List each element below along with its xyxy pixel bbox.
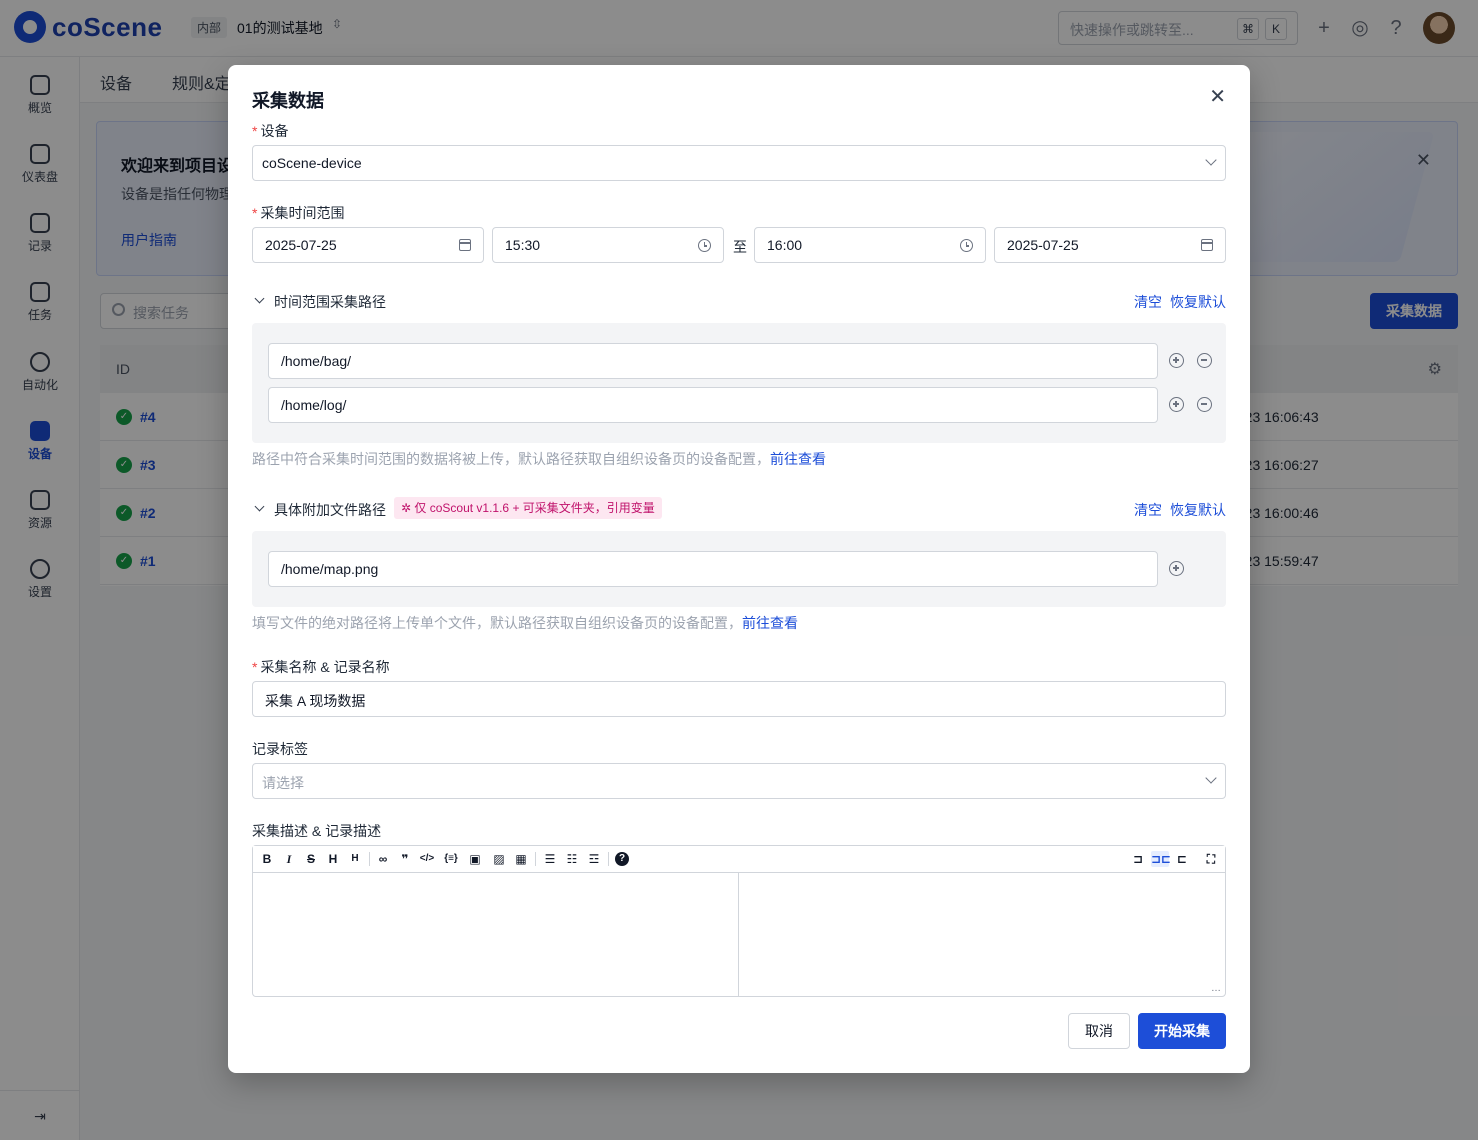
- range-paths-header[interactable]: 时间范围采集路径 清空 恢复默认: [252, 291, 1226, 311]
- remove-circle-icon[interactable]: [1197, 397, 1212, 412]
- file-paths-hint: 填写文件的绝对路径将上传单个文件，默认路径获取自组织设备页的设备配置，前往查看: [252, 613, 798, 633]
- help-icon[interactable]: ?: [615, 852, 629, 866]
- required-mark: *: [252, 123, 258, 139]
- calendar-icon: [459, 239, 471, 251]
- path-input[interactable]: /home/log/: [268, 387, 1158, 423]
- range-paths-box: /home/bag/ /home/log/: [252, 323, 1226, 443]
- range-paths-hint-text: 路径中符合采集时间范围的数据将被上传，默认路径获取自组织设备页的设备配置，: [252, 451, 770, 467]
- clear-file-paths-button[interactable]: 清空: [1134, 502, 1162, 518]
- file-paths-header[interactable]: 具体附加文件路径 ✲ 仅 coScout v1.1.6 + 可采集文件夹，引用变…: [252, 497, 1226, 519]
- chevron-down-icon[interactable]: [254, 293, 265, 304]
- required-mark: *: [252, 205, 258, 221]
- version-tag-text: 仅 coScout v1.1.6 + 可采集文件夹，引用变量: [414, 501, 655, 515]
- view-device-config-link[interactable]: 前往查看: [742, 615, 798, 631]
- start-collection-button[interactable]: 开始采集: [1138, 1013, 1226, 1049]
- modal-title: 采集数据: [252, 91, 324, 111]
- path-input-value: /home/bag/: [281, 353, 352, 369]
- file-paths-box: /home/map.png: [252, 531, 1226, 607]
- editor-input-pane[interactable]: [253, 873, 739, 996]
- end-date-picker[interactable]: 2025-07-25: [994, 227, 1226, 263]
- code-icon[interactable]: </>: [418, 851, 436, 867]
- collection-name-value: 采集 A 现场数据: [265, 693, 366, 709]
- path-input-value: /home/log/: [281, 397, 347, 413]
- numbered-list-icon[interactable]: ☷: [563, 851, 581, 867]
- editor-preview-pane: [740, 873, 1225, 996]
- file-paths-hint-text: 填写文件的绝对路径将上传单个文件，默认路径获取自组织设备页的设备配置，: [252, 615, 742, 631]
- chevron-down-icon: [1205, 772, 1217, 784]
- restore-range-paths-button[interactable]: 恢复默认: [1170, 294, 1226, 310]
- link-icon[interactable]: ∞: [374, 851, 392, 867]
- add-circle-icon[interactable]: [1169, 397, 1184, 412]
- restore-file-paths-button[interactable]: 恢复默认: [1170, 502, 1226, 518]
- resize-handle-icon[interactable]: …: [1211, 983, 1221, 994]
- range-paths-title: 时间范围采集路径: [274, 294, 386, 310]
- start-time-picker[interactable]: 15:30: [492, 227, 724, 263]
- bullet-list-icon[interactable]: ☰: [541, 851, 559, 867]
- clock-icon: [698, 239, 711, 252]
- quote-icon[interactable]: ❞: [396, 851, 414, 867]
- edit-only-icon[interactable]: ⊐: [1129, 851, 1147, 867]
- table-icon[interactable]: ▦: [512, 851, 530, 867]
- toolbar-divider: [608, 852, 609, 866]
- record-labels-placeholder: 请选择: [262, 775, 304, 791]
- view-device-config-link[interactable]: 前往查看: [770, 451, 826, 467]
- toolbar-divider: [535, 852, 536, 866]
- name-label: * 采集名称 & 记录名称: [252, 657, 390, 677]
- record-labels-select[interactable]: 请选择: [252, 763, 1226, 799]
- time-range-label-text: 采集时间范围: [260, 205, 345, 221]
- comment-icon[interactable]: ▣: [466, 851, 484, 867]
- path-input[interactable]: /home/bag/: [268, 343, 1158, 379]
- description-label: 采集描述 & 记录描述: [252, 823, 382, 839]
- file-paths-title: 具体附加文件路径: [274, 502, 386, 518]
- editor-toolbar: B I S H H ∞ ❞ </> {≡} ▣ ▨ ▦ ☰ ☷ ☲ ? ⊐ ⊐⊏…: [253, 846, 1225, 873]
- clock-icon: [960, 239, 973, 252]
- device-label: * 设备: [252, 121, 288, 141]
- end-date-value: 2025-07-25: [1007, 237, 1079, 253]
- toolbar-divider: [369, 852, 370, 866]
- sparkle-icon: ✲: [401, 501, 415, 515]
- end-time-value: 16:00: [767, 237, 803, 253]
- calendar-icon: [1201, 239, 1213, 251]
- fullscreen-icon[interactable]: ⛶: [1202, 851, 1220, 867]
- close-icon[interactable]: ✕: [1209, 85, 1226, 109]
- strikethrough-icon[interactable]: S: [302, 851, 320, 867]
- version-tag: ✲ 仅 coScout v1.1.6 + 可采集文件夹，引用变量: [394, 497, 662, 519]
- preview-only-icon[interactable]: ⊏: [1173, 851, 1191, 867]
- add-circle-icon[interactable]: [1169, 561, 1184, 576]
- path-input[interactable]: /home/map.png: [268, 551, 1158, 587]
- required-mark: *: [252, 659, 258, 675]
- cancel-button[interactable]: 取消: [1068, 1013, 1130, 1049]
- chevron-down-icon: [1205, 154, 1217, 166]
- collection-name-input[interactable]: 采集 A 现场数据: [252, 681, 1226, 717]
- name-label-text: 采集名称 & 记录名称: [260, 659, 390, 675]
- path-input-value: /home/map.png: [281, 561, 379, 577]
- labels-label: 记录标签: [252, 741, 308, 757]
- device-select[interactable]: coScene-device: [252, 145, 1226, 181]
- range-separator: 至: [733, 239, 747, 255]
- add-circle-icon[interactable]: [1169, 353, 1184, 368]
- start-date-picker[interactable]: 2025-07-25: [252, 227, 484, 263]
- heading-icon[interactable]: H: [324, 851, 342, 867]
- task-list-icon[interactable]: ☲: [585, 851, 603, 867]
- time-range-label: * 采集时间范围: [252, 203, 344, 223]
- code-block-icon[interactable]: {≡}: [442, 851, 460, 867]
- device-label-text: 设备: [260, 123, 289, 139]
- clear-range-paths-button[interactable]: 清空: [1134, 294, 1162, 310]
- markdown-editor: B I S H H ∞ ❞ </> {≡} ▣ ▨ ▦ ☰ ☷ ☲ ? ⊐ ⊐⊏…: [252, 845, 1226, 997]
- range-paths-hint: 路径中符合采集时间范围的数据将被上传，默认路径获取自组织设备页的设备配置，前往查…: [252, 449, 826, 469]
- split-view-icon[interactable]: ⊐⊏: [1151, 851, 1171, 867]
- bold-icon[interactable]: B: [258, 851, 276, 867]
- end-time-picker[interactable]: 16:00: [754, 227, 986, 263]
- italic-icon[interactable]: I: [280, 851, 298, 867]
- remove-circle-icon[interactable]: [1197, 353, 1212, 368]
- chevron-down-icon[interactable]: [254, 501, 265, 512]
- image-icon[interactable]: ▨: [490, 851, 508, 867]
- device-select-value: coScene-device: [262, 155, 362, 171]
- start-date-value: 2025-07-25: [265, 237, 337, 253]
- start-time-value: 15:30: [505, 237, 541, 253]
- collect-data-modal: 采集数据 ✕ * 设备 coScene-device * 采集时间范围 2025-0…: [228, 65, 1250, 1073]
- heading-small-icon[interactable]: H: [346, 851, 364, 867]
